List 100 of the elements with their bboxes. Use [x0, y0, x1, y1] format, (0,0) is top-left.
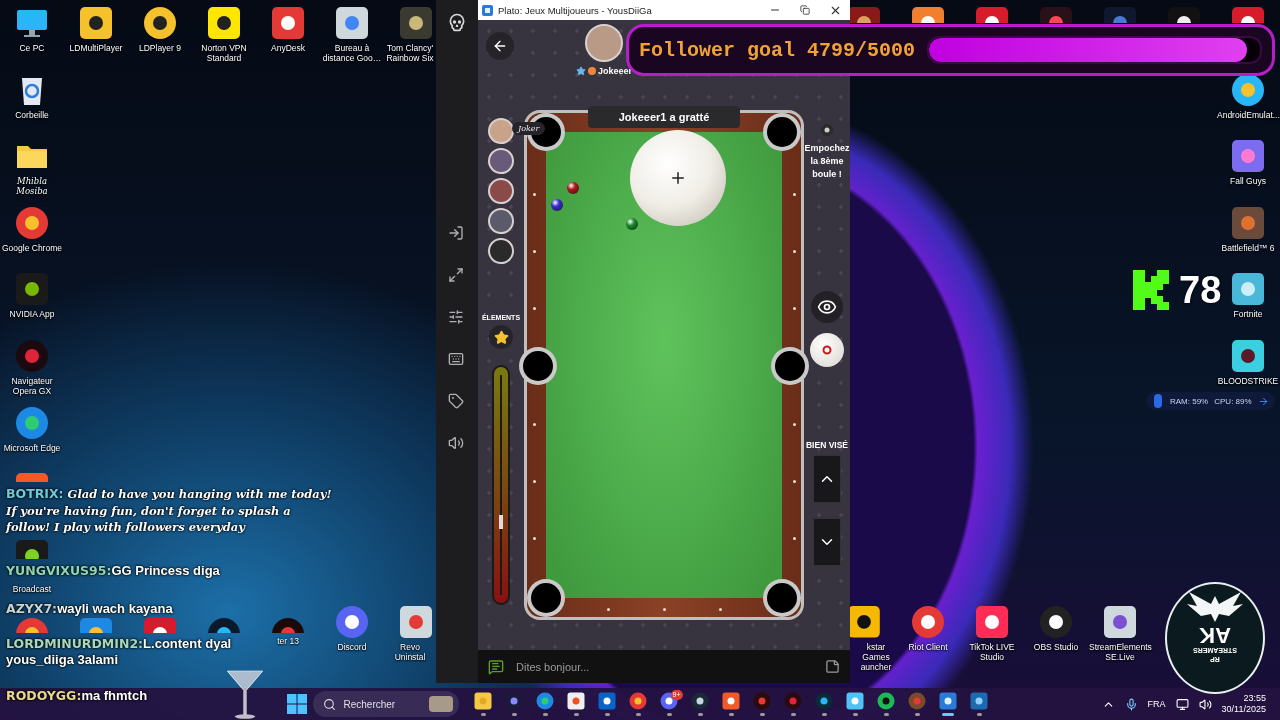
app-logo-icon[interactable]	[911, 605, 945, 640]
aim-label: BIEN VISÉ	[805, 440, 848, 450]
icon-label: LDPlayer 9	[138, 43, 182, 53]
spin-button[interactable]	[810, 333, 844, 367]
avatar[interactable]	[488, 208, 514, 234]
exit-icon[interactable]	[448, 225, 466, 243]
settings-sliders-icon[interactable]	[448, 309, 466, 327]
icon-label: Microsoft Edge	[3, 442, 61, 453]
icon-label: Fall Guys	[1230, 176, 1266, 187]
chat-username: BOTRIX:	[6, 486, 64, 501]
logo-title: AK	[1199, 624, 1231, 646]
app-logo-icon	[505, 692, 523, 710]
viewer-count: 78	[1179, 272, 1222, 308]
app-logo-icon	[815, 692, 833, 710]
icon-label: Google Chrome	[2, 242, 62, 253]
app-logo-icon[interactable]	[271, 6, 305, 40]
app-logo-icon[interactable]	[847, 6, 881, 23]
search-field[interactable]: Rechercher	[312, 691, 459, 717]
app-logo-icon[interactable]	[1039, 605, 1073, 640]
chat-username: AZYX7:	[6, 601, 58, 616]
down-button[interactable]	[813, 518, 841, 566]
app-logo-icon[interactable]	[207, 6, 241, 40]
icon-label: TikTok LIVE Studio	[968, 642, 1016, 663]
eight-ball-icon	[821, 124, 833, 136]
power-meter-drawing[interactable]	[492, 365, 510, 605]
volume-icon[interactable]	[1198, 697, 1212, 711]
chat-input[interactable]: Dites bonjour...	[514, 659, 815, 674]
app-logo-icon[interactable]	[15, 205, 49, 240]
skull-icon[interactable]	[447, 12, 467, 32]
app-logo-icon[interactable]	[207, 617, 241, 634]
language-indicator[interactable]: FRA	[1147, 699, 1166, 709]
clock-date[interactable]: 30/11/2025	[1221, 704, 1266, 715]
windows-start-icon[interactable]	[286, 694, 307, 714]
chat-input-field[interactable]: Dites bonjour...	[478, 650, 850, 683]
app-logo-icon	[660, 692, 678, 710]
app-logo-icon[interactable]	[911, 6, 945, 23]
window-title: Plato: Jeux Multijoueurs - YousDiiGa	[498, 4, 653, 16]
icon-label: Corbeille	[15, 109, 49, 120]
pocket	[767, 117, 797, 147]
star-button[interactable]	[489, 325, 513, 349]
app-logo-icon[interactable]	[15, 272, 49, 307]
back-button[interactable]	[486, 32, 514, 60]
icon-label: OBS Studio	[1033, 642, 1079, 653]
app-logo-icon[interactable]	[847, 605, 881, 639]
app-logo-icon[interactable]	[399, 6, 433, 40]
arrow-icon[interactable]	[1257, 395, 1269, 407]
coin-icon	[588, 67, 596, 75]
k-logo	[1133, 270, 1169, 310]
name-plate: Joker	[512, 122, 546, 135]
icon-label: Navigateur Opera GX	[10, 375, 54, 396]
star-icon	[576, 66, 586, 76]
icon-label: kstar Games auncher	[859, 641, 893, 672]
clock-time[interactable]: 23:55	[1243, 693, 1266, 704]
app-logo-icon	[629, 692, 647, 710]
app-logo-icon[interactable]	[1231, 272, 1265, 307]
icon-label: Bureau à distance Goo…	[321, 43, 383, 63]
sticker-icon[interactable]	[825, 659, 840, 674]
up-button[interactable]	[813, 455, 841, 503]
avatar[interactable]	[488, 118, 514, 144]
icon-label: Ce PC	[19, 43, 45, 53]
app-logo-icon[interactable]	[1103, 605, 1137, 640]
avatar[interactable]	[488, 178, 514, 204]
app-logo-icon[interactable]	[15, 617, 49, 634]
chat-icon[interactable]	[488, 658, 504, 675]
app-logo-icon[interactable]	[1039, 6, 1073, 23]
app-logo-icon	[474, 692, 492, 710]
avatar[interactable]	[488, 238, 514, 264]
app-logo-icon[interactable]	[335, 6, 369, 40]
app-logo-icon[interactable]	[335, 605, 369, 640]
avatar[interactable]	[488, 148, 514, 174]
avatar	[585, 24, 623, 62]
app-logo-icon[interactable]	[1231, 139, 1265, 174]
expand-icon[interactable]	[448, 267, 466, 285]
microphone-icon[interactable]	[1124, 697, 1138, 711]
app-logo-icon[interactable]	[143, 617, 177, 634]
monitor-icon[interactable]	[1175, 697, 1189, 711]
app-logo-icon[interactable]	[399, 605, 433, 640]
app-logo-icon[interactable]	[1231, 338, 1265, 373]
icon-label: Riot Client	[908, 642, 948, 653]
app-logo-icon[interactable]	[143, 6, 177, 40]
app-logo-icon[interactable]	[1231, 205, 1265, 240]
app-logo-icon[interactable]	[1231, 6, 1265, 23]
chat-message: AZYX7:wayli wach kayana	[6, 601, 173, 617]
player-name: Jokeeer	[598, 66, 633, 76]
view-button[interactable]	[811, 291, 843, 323]
app-logo-icon[interactable]	[975, 6, 1009, 23]
app-logo-icon[interactable]	[79, 6, 113, 40]
app-logo-icon[interactable]	[15, 538, 49, 559]
app-logo-icon[interactable]	[975, 605, 1009, 640]
app-logo-icon	[691, 692, 709, 710]
app-logo-icon[interactable]	[1167, 6, 1201, 23]
app-logo-icon	[939, 692, 957, 710]
target-ring-icon	[822, 345, 832, 355]
icon-label: Fortnite	[1233, 309, 1263, 320]
mouse-icon	[1152, 394, 1164, 408]
tag-icon[interactable]	[448, 393, 466, 411]
chat-username: YUNGVIXUS95:	[6, 563, 112, 578]
chat-message: YUNGVIXUS95:GG Princess diga	[6, 563, 220, 579]
chat-message: RODOYGG:ma fhmtch	[6, 688, 148, 704]
app-logo-icon[interactable]	[15, 405, 49, 440]
